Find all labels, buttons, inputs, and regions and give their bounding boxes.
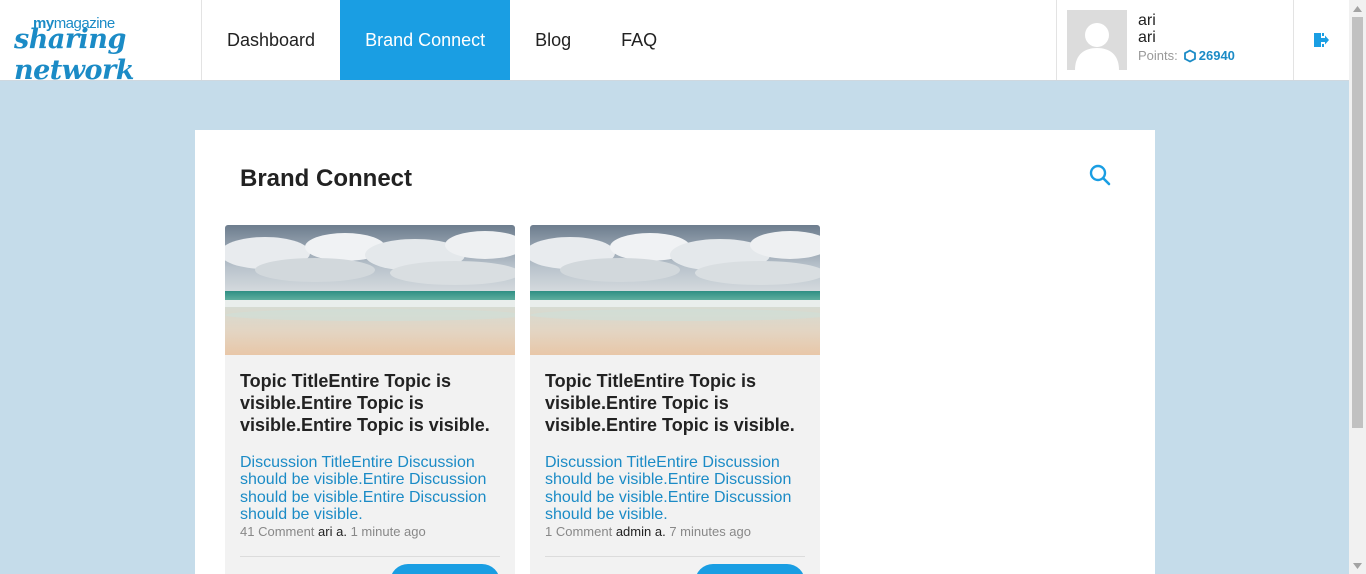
card-action-button[interactable] [390, 564, 500, 574]
user-profile[interactable]: ari ari Points: 26940 [1056, 0, 1294, 80]
card-divider [240, 556, 500, 557]
nav-faq[interactable]: FAQ [596, 0, 682, 80]
post-time: 7 minutes ago [669, 524, 751, 539]
search-button[interactable] [1088, 163, 1112, 187]
logo-bottom-text: sharing network [14, 24, 134, 86]
scroll-down-icon[interactable] [1349, 557, 1366, 574]
nav-dashboard[interactable]: Dashboard [202, 0, 340, 80]
points-display: Points: 26940 [1138, 48, 1235, 63]
card-divider [545, 556, 805, 557]
user-name: ari [1138, 12, 1156, 29]
scroll-up-icon[interactable] [1349, 0, 1366, 17]
points-value: 26940 [1198, 48, 1235, 63]
points-label: Points: [1138, 48, 1178, 63]
comment-count: 1 Comment [545, 524, 613, 539]
logout-button[interactable] [1306, 28, 1336, 52]
topic-image[interactable] [530, 225, 820, 355]
card-meta: 1 Comment admin a. 7 minutes ago [545, 524, 751, 539]
discussion-title[interactable]: Discussion TitleEntire Discussion should… [545, 454, 810, 523]
page-scrollbar[interactable] [1349, 0, 1366, 574]
topic-title[interactable]: Topic TitleEntire Topic is visible.Entir… [240, 370, 505, 436]
nav-blog[interactable]: Blog [510, 0, 596, 80]
page-title: Brand Connect [240, 165, 413, 192]
post-time: 1 minute ago [350, 524, 426, 539]
topic-card[interactable]: Topic TitleEntire Topic is visible.Entir… [225, 225, 515, 574]
card-action-button[interactable] [695, 564, 805, 574]
hexagon-icon [1183, 48, 1196, 63]
brand-connect-panel: Brand Connect Topic TitleEntire Topic is… [195, 130, 1155, 574]
user-username: ari [1138, 29, 1156, 46]
main-nav: Dashboard Brand Connect Blog FAQ [202, 0, 682, 80]
discussion-title[interactable]: Discussion TitleEntire Discussion should… [240, 454, 505, 523]
nav-brand-connect[interactable]: Brand Connect [340, 0, 511, 80]
site-logo[interactable]: mymagazine sharing network [0, 0, 202, 86]
card-meta: 41 Comment ari a. 1 minute ago [240, 524, 426, 539]
author-name: admin a. [615, 524, 666, 539]
comment-count: 41 Comment [240, 524, 315, 539]
scroll-thumb[interactable] [1352, 17, 1363, 428]
search-icon [1089, 164, 1111, 186]
author-name: ari a. [318, 524, 347, 539]
top-header: mymagazine sharing network Dashboard Bra… [0, 0, 1349, 86]
topic-title[interactable]: Topic TitleEntire Topic is visible.Entir… [545, 370, 810, 436]
logout-icon [1314, 33, 1329, 47]
topic-card[interactable]: Topic TitleEntire Topic is visible.Entir… [530, 225, 820, 574]
topic-image[interactable] [225, 225, 515, 355]
avatar-placeholder-icon[interactable] [1067, 10, 1127, 70]
